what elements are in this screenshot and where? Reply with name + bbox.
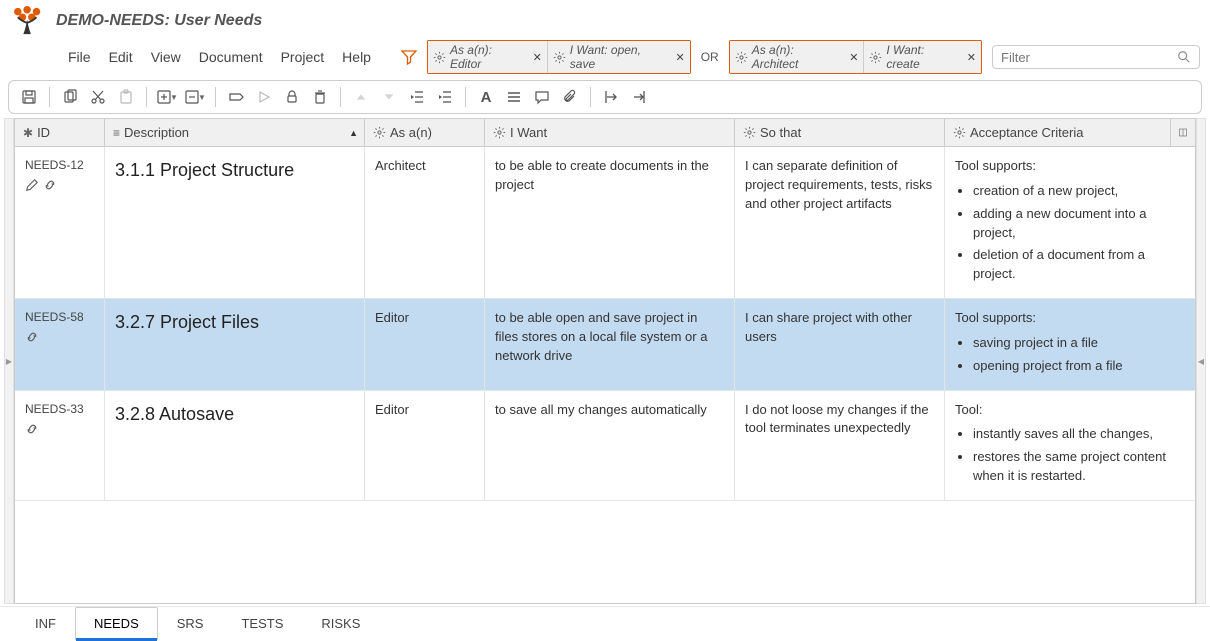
label-icon[interactable] <box>224 85 248 109</box>
indent-icon[interactable] <box>433 85 457 109</box>
link-icon[interactable] <box>25 330 39 344</box>
cut-icon[interactable] <box>86 85 110 109</box>
right-panel-toggle[interactable]: ◀ <box>1196 118 1206 604</box>
column-header-acceptance[interactable]: Acceptance Criteria <box>945 119 1171 146</box>
row-description: 3.2.7 Project Files <box>115 312 259 332</box>
filter-group-1: As a(n): Editor✕I Want: open, save✕ <box>427 40 691 74</box>
column-header-as-an[interactable]: As a(n) <box>365 119 485 146</box>
menu-help[interactable]: Help <box>342 49 371 65</box>
row-acceptance: Tool:instantly saves all the changes,res… <box>945 391 1195 500</box>
paste-icon[interactable] <box>114 85 138 109</box>
row-i-want: to be able open and save project in file… <box>485 299 735 390</box>
row-id: NEEDS-58 <box>25 309 94 326</box>
chip-close-icon[interactable]: ✕ <box>676 51 685 64</box>
row-so-that: I can separate definition of project req… <box>735 147 945 298</box>
menu-document[interactable]: Document <box>199 49 263 65</box>
filter-chip[interactable]: As a(n): Editor✕ <box>428 41 548 73</box>
copy-icon[interactable] <box>58 85 82 109</box>
column-header-so-that[interactable]: So that <box>735 119 945 146</box>
row-i-want: to be able to create documents in the pr… <box>485 147 735 298</box>
collapse-right-icon[interactable] <box>627 85 651 109</box>
row-so-that: I can share project with other users <box>735 299 945 390</box>
filter-chip[interactable]: I Want: create✕ <box>864 41 981 73</box>
row-as-an: Editor <box>365 391 485 500</box>
font-icon[interactable]: A <box>474 85 498 109</box>
tab-srs[interactable]: SRS <box>158 607 223 640</box>
menu-edit[interactable]: Edit <box>109 49 133 65</box>
toolbar: ▼ ▼ A <box>8 80 1202 114</box>
expand-right-icon[interactable] <box>599 85 623 109</box>
column-config-icon[interactable] <box>1171 119 1195 146</box>
row-as-an: Architect <box>365 147 485 298</box>
app-logo <box>10 6 48 36</box>
row-description: 3.1.1 Project Structure <box>115 160 294 180</box>
menu-project[interactable]: Project <box>281 49 325 65</box>
filter-chip[interactable]: I Want: open, save✕ <box>548 41 690 73</box>
row-i-want: to save all my changes automatically <box>485 391 735 500</box>
document-tabs: INFNEEDSSRSTESTSRISKS <box>0 606 1210 640</box>
comment-icon[interactable] <box>530 85 554 109</box>
row-acceptance: Tool supports:saving project in a fileop… <box>945 299 1195 390</box>
column-header-description[interactable]: ≡Description▲ <box>105 119 365 146</box>
lock-icon[interactable] <box>280 85 304 109</box>
sort-asc-icon: ▲ <box>349 128 358 138</box>
column-header-i-want[interactable]: I Want <box>485 119 735 146</box>
delete-icon[interactable] <box>308 85 332 109</box>
align-icon[interactable] <box>502 85 526 109</box>
filter-chip[interactable]: As a(n): Architect✕ <box>730 41 865 73</box>
attachment-icon[interactable] <box>558 85 582 109</box>
row-id: NEEDS-12 <box>25 157 94 174</box>
row-acceptance: Tool supports:creation of a new project,… <box>945 147 1195 298</box>
menu-view[interactable]: View <box>151 49 181 65</box>
filter-group-2: As a(n): Architect✕I Want: create✕ <box>729 40 982 74</box>
row-as-an: Editor <box>365 299 485 390</box>
table-row[interactable]: NEEDS-58 3.2.7 Project Files Editorto be a… <box>15 299 1195 391</box>
search-icon[interactable] <box>1177 50 1191 64</box>
app-title: DEMO-NEEDS: User Needs <box>56 12 262 30</box>
move-down-icon[interactable] <box>377 85 401 109</box>
table-row[interactable]: NEEDS-33 3.2.8 Autosave Editorto save all … <box>15 391 1195 501</box>
filter-icon[interactable] <box>401 49 417 65</box>
add-icon[interactable]: ▼ <box>155 85 179 109</box>
save-icon[interactable] <box>17 85 41 109</box>
play-icon[interactable] <box>252 85 276 109</box>
chip-close-icon[interactable]: ✕ <box>849 51 858 64</box>
table-row[interactable]: NEEDS-12 3.1.1 Project Structure Architect… <box>15 147 1195 299</box>
move-up-icon[interactable] <box>349 85 373 109</box>
chip-close-icon[interactable]: ✕ <box>533 51 542 64</box>
tab-tests[interactable]: TESTS <box>222 607 302 640</box>
filter-or: OR <box>701 50 719 64</box>
chip-close-icon[interactable]: ✕ <box>967 51 976 64</box>
link-icon[interactable] <box>25 422 39 436</box>
tab-risks[interactable]: RISKS <box>302 607 379 640</box>
link-icon[interactable] <box>43 178 57 192</box>
filter-input[interactable] <box>1001 50 1177 65</box>
remove-icon[interactable]: ▼ <box>183 85 207 109</box>
outdent-icon[interactable] <box>405 85 429 109</box>
column-header-id[interactable]: ✱ID <box>15 119 105 146</box>
menu-file[interactable]: File <box>68 49 91 65</box>
row-description: 3.2.8 Autosave <box>115 404 234 424</box>
row-so-that: I do not loose my changes if the tool te… <box>735 391 945 500</box>
tab-needs[interactable]: NEEDS <box>75 607 158 640</box>
row-id: NEEDS-33 <box>25 401 94 418</box>
tab-inf[interactable]: INF <box>16 607 75 640</box>
left-panel-toggle[interactable]: ▶ <box>4 118 14 604</box>
edit-icon[interactable] <box>25 178 39 192</box>
